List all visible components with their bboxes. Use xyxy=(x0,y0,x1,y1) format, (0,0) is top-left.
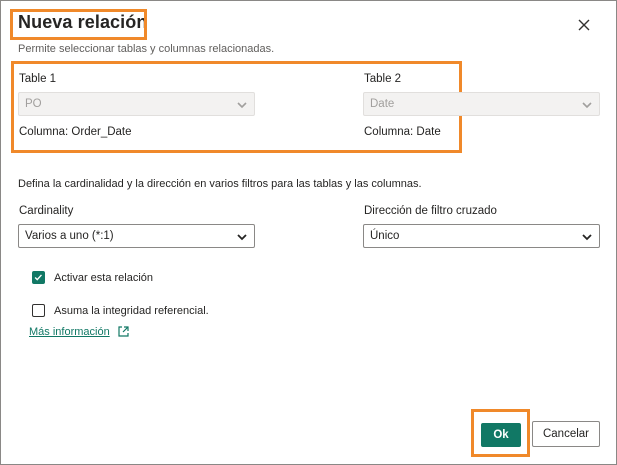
chevron-down-icon xyxy=(237,234,247,241)
cardinality-label: Cardinality xyxy=(19,205,74,217)
referential-integrity-label[interactable]: Asuma la integridad referencial. xyxy=(54,305,209,317)
activate-relationship-checkbox[interactable] xyxy=(32,271,45,284)
cardinality-select[interactable]: Varios a uno (*:1) xyxy=(18,224,255,248)
cross-filter-label: Dirección de filtro cruzado xyxy=(364,205,497,217)
cross-filter-select-value: Único xyxy=(370,230,400,242)
external-link-icon[interactable] xyxy=(117,325,130,338)
cardinality-select-value: Varios a uno (*:1) xyxy=(25,230,114,242)
table2-column: Columna: Date xyxy=(364,126,441,138)
checkmark-icon xyxy=(34,274,42,281)
table2-select: Date xyxy=(363,92,600,116)
cross-filter-select[interactable]: Único xyxy=(363,224,600,248)
table1-select: PO xyxy=(18,92,255,116)
table1-column-label: Columna: xyxy=(19,126,69,138)
cancel-button[interactable]: Cancelar xyxy=(532,421,600,447)
ok-button[interactable]: Ok xyxy=(481,423,521,447)
table1-column-value: Order_Date xyxy=(71,126,132,138)
table1-select-value: PO xyxy=(25,98,42,110)
activate-relationship-label[interactable]: Activar esta relación xyxy=(54,272,153,284)
table1-label: Table 1 xyxy=(19,73,57,85)
table2-select-value: Date xyxy=(370,98,395,110)
chevron-down-icon xyxy=(582,102,592,109)
table1-column: Columna: Order_Date xyxy=(19,126,132,138)
table2-column-label: Columna: xyxy=(364,126,414,138)
chevron-down-icon xyxy=(237,102,247,109)
chevron-down-icon xyxy=(582,234,592,241)
more-info-link[interactable]: Más información xyxy=(29,326,110,338)
cardinality-description: Defina la cardinalidad y la dirección en… xyxy=(18,178,422,190)
referential-integrity-checkbox[interactable] xyxy=(32,304,45,317)
table2-label: Table 2 xyxy=(364,73,402,85)
dialog-title: Nueva relación xyxy=(18,12,148,32)
new-relationship-dialog: Nueva relación Permite seleccionar tabla… xyxy=(0,0,617,465)
dialog-subtitle: Permite seleccionar tablas y columnas re… xyxy=(18,43,275,55)
close-icon[interactable] xyxy=(576,17,592,33)
table2-column-value: Date xyxy=(416,126,441,138)
